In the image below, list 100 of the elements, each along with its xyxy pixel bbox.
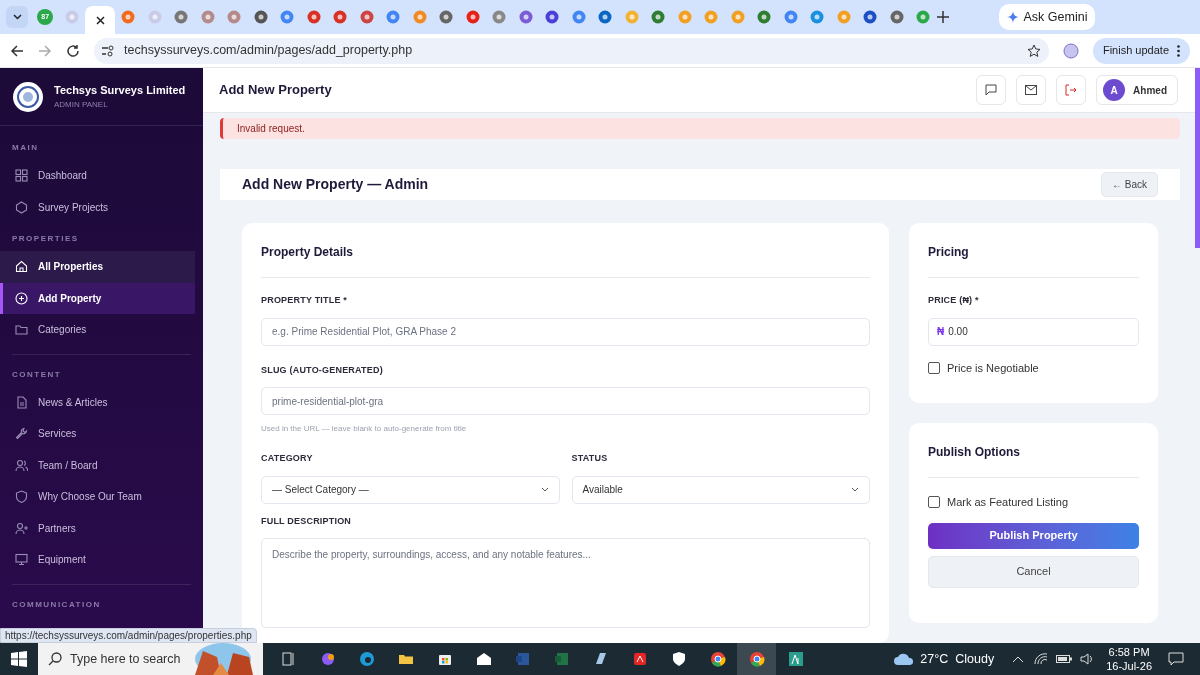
site-favicon-icon — [730, 10, 745, 24]
site-favicon-icon — [306, 10, 321, 24]
search-icon — [48, 652, 62, 666]
description-field[interactable]: Describe the property, surroundings, access, and any notable features... — [261, 538, 870, 628]
browser-tab[interactable] — [85, 6, 115, 34]
forward-icon[interactable] — [38, 43, 52, 58]
error-alert: Invalid request. — [220, 118, 1180, 140]
section-heading: MAIN — [11, 142, 40, 154]
clock-date[interactable]: 16-Jul-26 — [1106, 659, 1152, 673]
site-favicon-icon — [916, 10, 931, 24]
logout-icon — [1065, 84, 1078, 96]
nav-icon — [15, 323, 28, 337]
checkbox[interactable] — [928, 361, 940, 374]
site-favicon-icon — [64, 10, 79, 24]
section-heading: COMMUNICATION — [11, 598, 102, 611]
notification-icon[interactable] — [1168, 652, 1184, 666]
checkbox-label: Price is Negotiable — [947, 360, 1039, 376]
nav-icon — [15, 490, 28, 504]
site-favicon-icon — [677, 10, 692, 24]
chrome-icon[interactable] — [708, 650, 727, 668]
ask-gemini-button[interactable]: Ask Gemini — [998, 4, 1096, 30]
clock-time[interactable]: 6:58 PM — [1108, 645, 1150, 659]
nav-icon — [15, 169, 28, 183]
field-label: FULL DESCRIPTION — [261, 514, 353, 528]
site-favicon-icon — [651, 10, 666, 24]
nav-item[interactable]: News & Articles — [0, 386, 195, 418]
user-menu-button[interactable]: A Ahmed — [1096, 75, 1178, 105]
field-label: PROPERTY TITLE * — [261, 294, 349, 307]
nav-item[interactable]: All Properties — [0, 251, 195, 283]
scrollbar-thumb[interactable] — [1195, 68, 1200, 248]
nav-item[interactable]: Equipment — [0, 544, 195, 576]
field-hint: Used in the URL — leave blank to auto-generate from title — [261, 423, 468, 435]
windows-icon[interactable] — [11, 651, 27, 667]
price-field[interactable]: ₦ 0.00 — [928, 317, 1139, 346]
site-settings-icon[interactable] — [102, 44, 116, 57]
site-favicon-icon — [545, 10, 560, 24]
network-icon[interactable] — [1034, 653, 1049, 665]
taskbar-search-field[interactable]: Type here to search — [38, 643, 263, 675]
site-favicon-icon — [836, 10, 851, 24]
site-favicon-icon — [492, 10, 507, 24]
mail-button[interactable] — [1016, 75, 1047, 105]
nav-icon — [15, 458, 28, 472]
site-favicon-icon — [227, 10, 242, 24]
close-icon[interactable] — [95, 15, 105, 25]
battery-icon[interactable] — [1056, 654, 1073, 664]
site-favicon-icon — [810, 10, 825, 24]
field-label: PRICE (₦) * — [928, 294, 980, 307]
excel-icon[interactable] — [552, 650, 571, 668]
nav-item[interactable]: Categories — [0, 314, 195, 346]
profile-icon[interactable] — [1062, 42, 1079, 59]
chrome-icon[interactable] — [747, 650, 766, 668]
select-field[interactable]: Available — [571, 475, 870, 504]
chevron-up-icon[interactable] — [1012, 655, 1025, 663]
checkbox[interactable] — [928, 496, 940, 509]
nav-item[interactable]: Dashboard — [0, 160, 195, 192]
select-field[interactable]: — Select Category — — [261, 475, 560, 504]
site-favicon-icon — [147, 10, 162, 24]
cancel-button[interactable]: Cancel — [928, 555, 1139, 588]
price-input[interactable]: 0.00 — [948, 324, 1130, 339]
site-favicon-icon — [200, 10, 215, 24]
speaker-icon[interactable] — [1080, 653, 1095, 665]
publish-button[interactable]: Publish Property — [928, 522, 1139, 549]
back-icon[interactable] — [10, 43, 24, 58]
sparkle-icon — [1006, 11, 1019, 23]
star-icon[interactable] — [1026, 43, 1041, 58]
url-text: techsyssurveys.com/admin/pages/add_property.php — [124, 42, 414, 60]
plus-icon — [936, 11, 949, 23]
nav-item[interactable]: Team / Board — [0, 449, 195, 481]
more-icon — [1177, 44, 1180, 57]
nav-icon — [15, 395, 28, 409]
site-favicon-icon — [571, 10, 586, 24]
text-field[interactable]: e.g. Prime Residential Plot, GRA Phase 2 — [261, 317, 870, 346]
chat-button[interactable] — [976, 75, 1007, 105]
back-button[interactable]: ← Back — [1101, 172, 1158, 197]
section-title: Add New Property — Admin — [242, 175, 430, 194]
site-favicon-icon — [863, 10, 878, 24]
finish-update-button[interactable]: Finish update — [1092, 37, 1190, 64]
site-favicon-icon — [253, 10, 268, 24]
edge-icon[interactable] — [357, 650, 376, 668]
weather-text[interactable]: 27°C Cloudy — [920, 649, 995, 669]
nav-item[interactable]: Partners — [0, 512, 195, 544]
nav-item[interactable]: Survey Projects — [0, 191, 195, 223]
logout-button[interactable] — [1056, 75, 1087, 105]
status-url: https://techsyssurveys.com/admin/pages/properties.php — [0, 628, 257, 643]
reload-icon[interactable] — [66, 43, 80, 58]
logo-icon — [12, 80, 44, 113]
nav-item[interactable]: Why Choose Our Team — [0, 481, 195, 513]
site-favicon-icon — [333, 10, 348, 24]
nav-item[interactable]: Add Property — [0, 282, 195, 314]
chart-app-icon[interactable] — [786, 650, 805, 668]
site-favicon-icon — [386, 10, 401, 24]
nav-item[interactable]: Services — [0, 418, 195, 450]
address-bar[interactable]: techsyssurveys.com/admin/pages/add_property.php — [94, 37, 1049, 64]
word-icon[interactable] — [513, 650, 532, 668]
page-title: Add New Property — [219, 81, 333, 100]
text-field[interactable]: prime-residential-plot-gra — [261, 387, 870, 415]
nav-icon — [15, 427, 28, 441]
tab-search-button[interactable] — [6, 6, 28, 28]
chevron-down-icon — [851, 487, 859, 492]
site-favicon-icon — [889, 10, 904, 24]
